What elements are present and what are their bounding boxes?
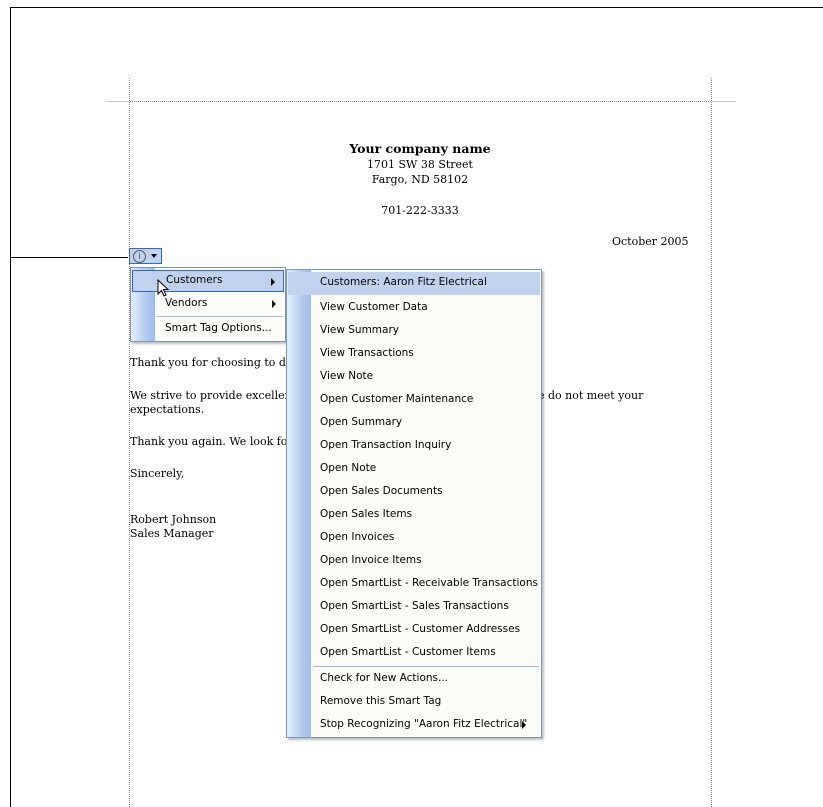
letter-date: October 2005 bbox=[612, 235, 689, 248]
menu-item-label: Open SmartList - Receivable Transactions bbox=[320, 577, 538, 589]
submenu-item-smartlist-customer-addresses[interactable]: Open SmartList - Customer Addresses bbox=[288, 619, 540, 641]
submenu-item-open-note[interactable]: Open Note bbox=[288, 458, 540, 480]
top-margin-guide bbox=[130, 101, 711, 102]
menu-item-label: View Summary bbox=[320, 324, 399, 336]
menu-item-label: View Transactions bbox=[320, 347, 414, 359]
menu-item-label: View Customer Data bbox=[320, 301, 428, 313]
smart-tag-button[interactable]: i bbox=[129, 248, 162, 264]
menu-item-label: Open Invoices bbox=[320, 531, 395, 543]
menu-item-label: Open Summary bbox=[320, 416, 403, 428]
submenu-item-customer-header[interactable]: Customers: Aaron Fitz Electrical bbox=[288, 272, 540, 295]
top-right-margin-mark bbox=[712, 101, 736, 102]
smart-tag-menu: Customers Vendors Smart Tag Options... bbox=[130, 267, 286, 342]
menu-item-label: Open Sales Items bbox=[320, 508, 413, 520]
closing: Sincerely, bbox=[130, 467, 185, 480]
dropdown-arrow-icon bbox=[151, 254, 157, 258]
info-circle-icon: i bbox=[133, 250, 146, 263]
menu-item-label: Check for New Actions... bbox=[320, 672, 449, 684]
body-paragraph-3: Thank you again. We look fo bbox=[130, 435, 288, 448]
menu-item-label: Open Invoice Items bbox=[320, 554, 422, 566]
menu-item-smart-tag-options[interactable]: Smart Tag Options... bbox=[132, 318, 284, 340]
menu-item-label: Open Transaction Inquiry bbox=[320, 439, 452, 451]
submenu-item-open-summary[interactable]: Open Summary bbox=[288, 412, 540, 434]
submenu-arrow-icon bbox=[522, 721, 526, 729]
submenu-item-view-note[interactable]: View Note bbox=[288, 366, 540, 388]
figure-border-left bbox=[10, 7, 11, 807]
submenu-item-open-invoice-items[interactable]: Open Invoice Items bbox=[288, 550, 540, 572]
menu-separator bbox=[313, 666, 539, 667]
menu-item-vendors[interactable]: Vendors bbox=[132, 293, 284, 315]
submenu-item-smartlist-sales-transactions[interactable]: Open SmartList - Sales Transactions bbox=[288, 596, 540, 618]
submenu-item-smartlist-customer-items[interactable]: Open SmartList - Customer Items bbox=[288, 642, 540, 664]
menu-item-label: Open SmartList - Customer Addresses bbox=[320, 623, 521, 635]
right-margin-guide bbox=[711, 78, 712, 807]
menu-item-label: Open SmartList - Sales Transactions bbox=[320, 600, 509, 612]
submenu-arrow-icon bbox=[271, 278, 275, 286]
menu-item-label: Remove this Smart Tag bbox=[320, 695, 442, 707]
menu-separator bbox=[157, 316, 283, 317]
menu-item-label: Stop Recognizing "Aaron Fitz Electrical" bbox=[320, 718, 528, 730]
menu-item-label: Open Customer Maintenance bbox=[320, 393, 474, 405]
menu-item-label: Open SmartList - Customer Items bbox=[320, 646, 496, 658]
body-paragraph-1: Thank you for choosing to do bbox=[130, 356, 293, 369]
menu-item-customers[interactable]: Customers bbox=[132, 270, 284, 292]
submenu-item-view-summary[interactable]: View Summary bbox=[288, 320, 540, 342]
submenu-item-open-sales-documents[interactable]: Open Sales Documents bbox=[288, 481, 540, 503]
submenu-item-view-customer-data[interactable]: View Customer Data bbox=[288, 297, 540, 319]
menu-item-label: Open Sales Documents bbox=[320, 485, 443, 497]
submenu-item-check-new-actions[interactable]: Check for New Actions... bbox=[288, 668, 540, 690]
body-paragraph-2: We strive to provide exceller bbox=[130, 389, 290, 402]
company-name: Your company name bbox=[349, 141, 491, 156]
submenu-item-smartlist-receivable-transactions[interactable]: Open SmartList - Receivable Transactions bbox=[288, 573, 540, 595]
submenu-item-stop-recognizing[interactable]: Stop Recognizing "Aaron Fitz Electrical" bbox=[288, 714, 540, 736]
top-left-margin-mark bbox=[106, 101, 130, 102]
menu-item-label: Customers: Aaron Fitz Electrical bbox=[320, 276, 487, 288]
submenu-arrow-icon bbox=[272, 300, 276, 308]
callout-line bbox=[10, 257, 128, 258]
menu-item-label: Open Note bbox=[320, 462, 377, 474]
submenu-item-open-sales-items[interactable]: Open Sales Items bbox=[288, 504, 540, 526]
body-paragraph-2-cont: expectations. bbox=[130, 403, 205, 416]
submenu-item-view-transactions[interactable]: View Transactions bbox=[288, 343, 540, 365]
customer-actions-submenu: Customers: Aaron Fitz Electrical View Cu… bbox=[286, 269, 542, 738]
signer-title: Sales Manager bbox=[130, 527, 214, 540]
mouse-pointer-icon bbox=[157, 279, 170, 297]
menu-item-label: View Note bbox=[320, 370, 374, 382]
figure-border-top bbox=[10, 7, 823, 8]
submenu-item-open-customer-maintenance[interactable]: Open Customer Maintenance bbox=[288, 389, 540, 411]
phone-number: 701-222-3333 bbox=[381, 204, 459, 217]
signer-name: Robert Johnson bbox=[130, 513, 217, 526]
submenu-item-open-invoices[interactable]: Open Invoices bbox=[288, 527, 540, 549]
submenu-item-open-transaction-inquiry[interactable]: Open Transaction Inquiry bbox=[288, 435, 540, 457]
address-line-1: 1701 SW 38 Street bbox=[367, 158, 473, 171]
menu-item-label: Customers bbox=[166, 274, 223, 286]
submenu-item-remove-smart-tag[interactable]: Remove this Smart Tag bbox=[288, 691, 540, 713]
body-paragraph-2-tail: e do not meet your bbox=[538, 389, 644, 402]
menu-item-label: Smart Tag Options... bbox=[165, 322, 272, 334]
address-line-2: Fargo, ND 58102 bbox=[371, 173, 469, 186]
menu-item-label: Vendors bbox=[165, 297, 208, 309]
